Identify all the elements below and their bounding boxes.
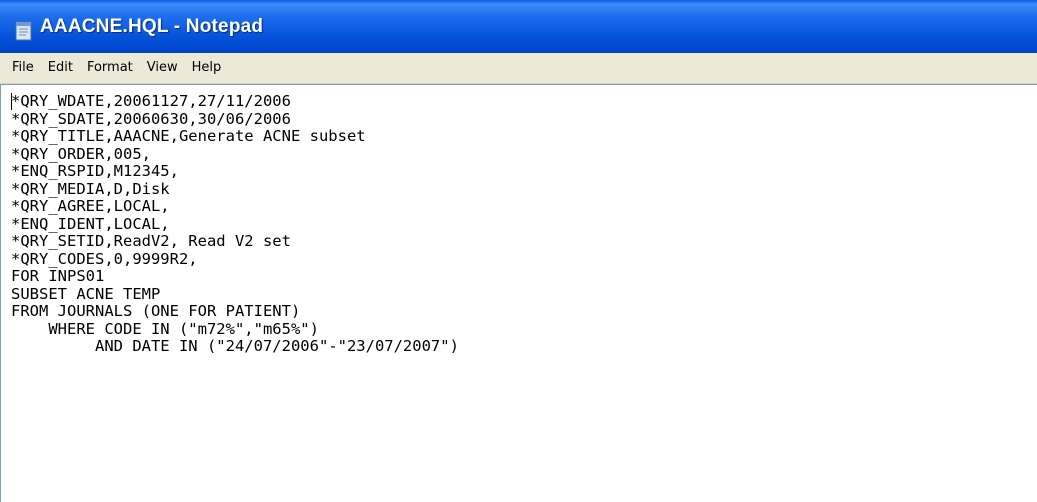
editor-line: *QRY_SETID,ReadV2, Read V2 set [11, 232, 291, 250]
editor-line: FOR INPS01 [11, 267, 105, 285]
editor-line: *QRY_ORDER,005, [11, 144, 151, 163]
editor-line: *QRY_TITLE,AAACNE,Generate ACNE subset [11, 127, 366, 145]
editor-content[interactable]: *QRY_WDATE,20061127,27/11/2006 *QRY_SDATE… [11, 92, 459, 356]
menu-file[interactable]: File [6, 56, 40, 80]
window-title: AAACNE.HQL - Notepad [40, 16, 264, 37]
editor-line: *QRY_SDATE,20060630,30/06/2006 [11, 109, 291, 128]
editor-line: *ENQ_RSPID,M12345, [11, 162, 179, 180]
menu-format[interactable]: Format [81, 56, 139, 80]
menu-edit[interactable]: Edit [42, 56, 79, 80]
notepad-icon[interactable] [14, 20, 34, 42]
title-bar[interactable]: AAACNE.HQL - Notepad [0, 0, 1037, 53]
editor-line: AND DATE IN ("24/07/2006"-"23/07/2007") [11, 337, 459, 355]
editor-line: *ENQ_IDENT,LOCAL, [11, 214, 170, 233]
text-editor[interactable]: *QRY_WDATE,20061127,27/11/2006 *QRY_SDATE… [0, 84, 1037, 502]
editor-line: FROM JOURNALS (ONE FOR PATIENT) [11, 302, 301, 320]
editor-line: WHERE CODE IN ("m72%","m65%") [11, 319, 319, 338]
editor-line: SUBSET ACNE TEMP [11, 284, 161, 303]
editor-line: *QRY_WDATE,20061127,27/11/2006 [11, 92, 291, 110]
menu-view[interactable]: View [141, 56, 184, 80]
editor-line: *QRY_MEDIA,D,Disk [11, 179, 170, 198]
notepad-window: AAACNE.HQL - Notepad File Edit Format Vi… [0, 0, 1037, 502]
editor-line: *QRY_CODES,0,9999R2, [11, 249, 198, 268]
menu-bar: File Edit Format View Help [0, 53, 1037, 84]
editor-line: *QRY_AGREE,LOCAL, [11, 197, 170, 215]
menu-help[interactable]: Help [186, 56, 228, 80]
